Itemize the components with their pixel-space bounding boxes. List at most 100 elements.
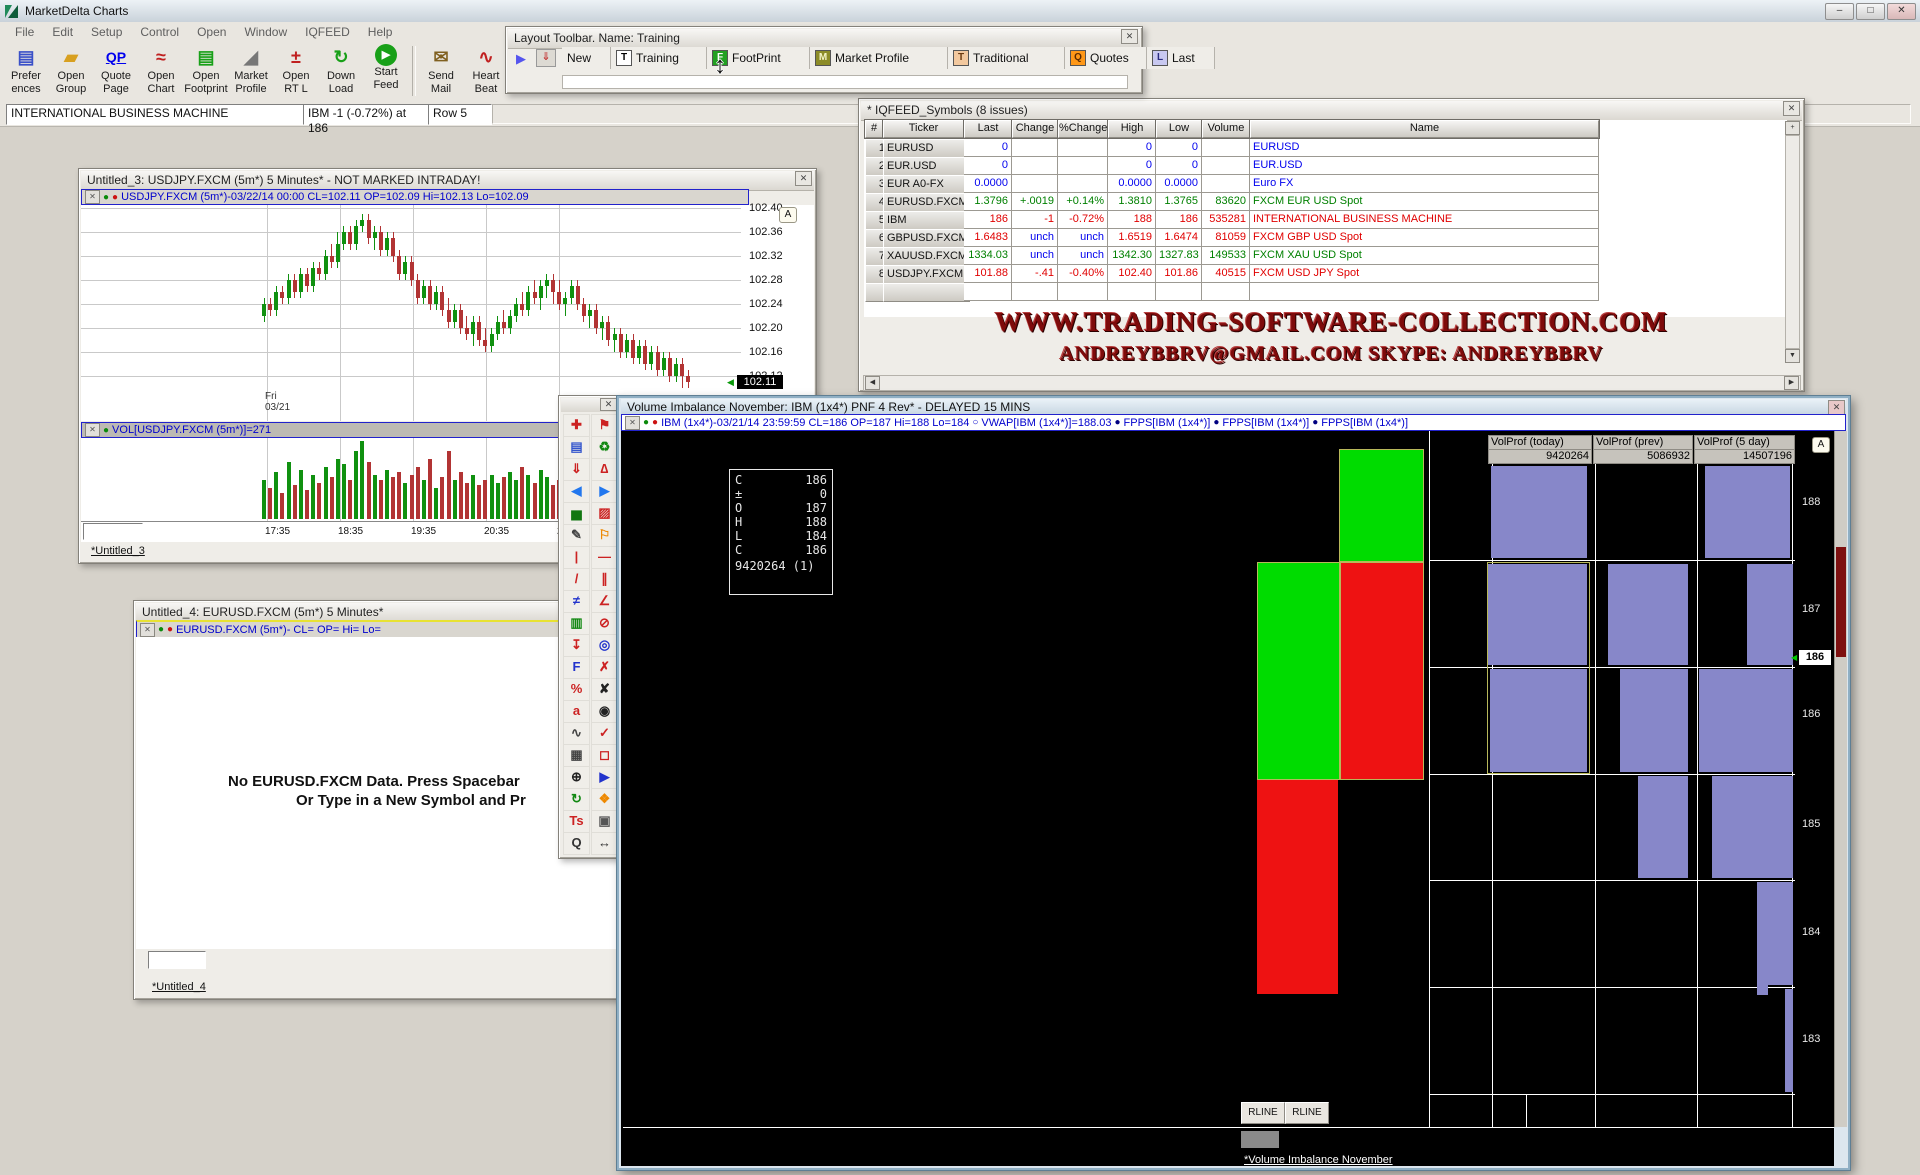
vi-scroll-thumb[interactable] bbox=[1836, 547, 1846, 657]
preferences-button[interactable]: ▤Preferences bbox=[4, 44, 48, 99]
vi-close-icon[interactable]: ✕ bbox=[1828, 400, 1845, 415]
annotate-icon[interactable]: ✎ bbox=[563, 524, 590, 547]
layout-toolbar-titlebar[interactable]: Layout Toolbar. Name: Training bbox=[508, 29, 1140, 49]
arrow-down-icon[interactable]: ↧ bbox=[563, 634, 590, 657]
row-selector[interactable]: Row 5 bbox=[428, 104, 492, 125]
parallel-lines-icon[interactable]: ∥ bbox=[591, 568, 618, 591]
table-row[interactable]: 3EUR A0-FX0.00000.00000.0000Euro FX bbox=[864, 175, 1787, 193]
menu-item-file[interactable]: File bbox=[6, 24, 43, 40]
trendline-icon[interactable]: / bbox=[563, 568, 590, 591]
table-row[interactable]: 7XAUUSD.FXCM1334.03unchunch1342.301327.8… bbox=[864, 247, 1787, 265]
text-tool-icon[interactable]: a bbox=[563, 700, 590, 723]
close-button[interactable]: ✕ bbox=[1887, 3, 1916, 20]
iqfeed-close-icon[interactable]: ✕ bbox=[1783, 101, 1800, 116]
column-header-Low[interactable]: Low bbox=[1156, 120, 1202, 138]
target-icon[interactable]: ◉ bbox=[591, 700, 618, 723]
open-group-button[interactable]: ▰OpenGroup bbox=[49, 44, 93, 99]
reload-icon[interactable]: ↻ bbox=[563, 788, 590, 811]
autoscale-button[interactable]: A bbox=[779, 207, 797, 223]
layout-tab-training[interactable]: TTraining bbox=[611, 47, 707, 69]
column-header-High[interactable]: High bbox=[1108, 120, 1156, 138]
close-pane-icon[interactable]: ✕ bbox=[140, 623, 155, 637]
quote-page-button[interactable]: QPQuotePage bbox=[94, 44, 138, 99]
vi-infobar[interactable]: ✕ ●● IBM (1x4*)-03/21/14 23:59:59 CL=186… bbox=[621, 414, 1846, 431]
horizontal-line-icon[interactable]: — bbox=[591, 546, 618, 569]
vertical-line-icon[interactable]: | bbox=[563, 546, 590, 569]
menu-item-edit[interactable]: Edit bbox=[43, 24, 82, 40]
close-pane-icon[interactable]: ✕ bbox=[625, 416, 640, 430]
untitled4-entry-box[interactable] bbox=[148, 951, 206, 969]
replay-icon[interactable]: ▶ bbox=[591, 766, 618, 789]
usdjpy-price-pane[interactable] bbox=[81, 205, 741, 421]
delete-all-icon[interactable]: ✘ bbox=[591, 678, 618, 701]
bar-chart-icon[interactable]: ▅ bbox=[563, 502, 590, 525]
download-button[interactable]: ↻DownLoad bbox=[319, 44, 363, 99]
layout-toolbar-close-icon[interactable]: ✕ bbox=[1121, 29, 1138, 44]
vi-right-scrollbar[interactable] bbox=[1834, 431, 1847, 1127]
spiral-icon[interactable]: ◎ bbox=[591, 634, 618, 657]
save-layout-icon[interactable]: ⇓ bbox=[536, 49, 556, 67]
layout-tab-traditional[interactable]: TTraditional bbox=[948, 47, 1065, 69]
layout-tab-market-profile[interactable]: MMarket Profile bbox=[810, 47, 948, 69]
menu-item-iqfeed[interactable]: IQFEED bbox=[296, 24, 359, 40]
ibm-pnf-chart[interactable]: VolProf (today)9420264VolProf (prev)5086… bbox=[621, 431, 1834, 1166]
column-header-Change[interactable]: Change bbox=[1012, 120, 1058, 138]
untitled4-tab[interactable]: *Untitled_4 bbox=[152, 981, 206, 993]
market-profile-button[interactable]: ◢MarketProfile bbox=[229, 44, 273, 99]
menu-item-help[interactable]: Help bbox=[359, 24, 402, 40]
table-row[interactable]: 2EUR.USD000EUR.USD bbox=[864, 157, 1787, 175]
alert-flag-icon[interactable]: ⚑ bbox=[591, 414, 618, 437]
angle-line-icon[interactable]: ∠ bbox=[591, 590, 618, 613]
table-row[interactable]: 1EURUSD000EURUSD bbox=[864, 139, 1787, 157]
trash-icon[interactable]: ♻ bbox=[591, 436, 618, 459]
menu-item-window[interactable]: Window bbox=[235, 24, 296, 40]
triangle-xyz-icon[interactable]: ∆ bbox=[591, 458, 618, 481]
shapes-icon[interactable]: ◻ bbox=[591, 744, 618, 767]
chart-frame-icon[interactable]: ▨ bbox=[591, 502, 618, 525]
layout-tab-quotes[interactable]: QQuotes bbox=[1065, 47, 1147, 69]
crosshair-tool-icon[interactable]: ✚ bbox=[563, 414, 590, 437]
column-header-colChange[interactable]: %Change bbox=[1058, 120, 1108, 138]
scroll-right-icon[interactable]: ▶ bbox=[1784, 376, 1799, 390]
add-symbol-button[interactable]: + bbox=[1785, 121, 1800, 135]
ellipse-tool-icon[interactable]: ⊘ bbox=[591, 612, 618, 635]
rline-button[interactable]: RLINE bbox=[1285, 1102, 1329, 1124]
untitled3-titlebar[interactable]: Untitled_3: USDJPY.FXCM (5m*) 5 Minutes*… bbox=[81, 171, 814, 191]
save-study-icon[interactable]: ⇓ bbox=[563, 458, 590, 481]
layout-tab-last[interactable]: LLast bbox=[1147, 47, 1215, 69]
snapshot-icon[interactable]: ▣ bbox=[591, 810, 618, 833]
volume-bars-icon[interactable]: ▥ bbox=[563, 612, 590, 635]
column-header-col[interactable]: # bbox=[865, 120, 883, 138]
rline-button[interactable]: RLINE bbox=[1241, 1102, 1285, 1124]
page-next-icon[interactable]: ▶ bbox=[591, 480, 618, 503]
bell-alert-icon[interactable]: ⚐ bbox=[591, 524, 618, 547]
column-header-Name[interactable]: Name bbox=[1250, 120, 1599, 138]
menu-item-setup[interactable]: Setup bbox=[82, 24, 131, 40]
untitled3-close-icon[interactable]: ✕ bbox=[795, 171, 812, 186]
vi-tab[interactable]: *Volume Imbalance November bbox=[1244, 1154, 1393, 1166]
grid-tool-icon[interactable]: ▦ bbox=[563, 744, 590, 767]
open-footprint-button[interactable]: ▤OpenFootprint bbox=[184, 44, 228, 99]
settings-tool-icon[interactable]: ▤ bbox=[563, 436, 590, 459]
table-row[interactable]: 8USDJPY.FXCM101.88-.41-0.40%102.40101.86… bbox=[864, 265, 1787, 283]
untitled3-entry-box[interactable] bbox=[83, 523, 143, 540]
start-feed-button[interactable]: ▶StartFeed bbox=[364, 44, 408, 99]
delete-line-icon[interactable]: ✗ bbox=[591, 656, 618, 679]
vi-autoscale-button[interactable]: A bbox=[1812, 437, 1830, 453]
table-row[interactable] bbox=[864, 283, 1787, 301]
maximize-button[interactable]: □ bbox=[1856, 3, 1885, 20]
pan-hand-icon[interactable]: ❖ bbox=[591, 788, 618, 811]
scroll-left-icon[interactable]: ◀ bbox=[865, 376, 880, 390]
status-grip[interactable] bbox=[1241, 1131, 1279, 1148]
iqfeed-hscrollbar[interactable]: ◀ ▶ bbox=[863, 375, 1801, 391]
palette-close-icon[interactable]: ✕ bbox=[600, 398, 617, 411]
open-chart-button[interactable]: ≈OpenChart bbox=[139, 44, 183, 99]
close-pane-icon[interactable]: ✕ bbox=[85, 423, 100, 437]
table-row[interactable]: 6GBPUSD.FXCM1.6483unchunch1.65191.647481… bbox=[864, 229, 1787, 247]
quote-search-icon[interactable]: Q bbox=[563, 832, 590, 855]
crossed-lines-icon[interactable]: ≠ bbox=[563, 590, 590, 613]
table-row[interactable]: 4EURUSD.FXCM1.3796+.0019+0.14%1.38101.37… bbox=[864, 193, 1787, 211]
time-sales-icon[interactable]: Ts bbox=[563, 810, 590, 833]
close-pane-icon[interactable]: ✕ bbox=[85, 190, 100, 204]
symbol-check-icon[interactable]: ✓ bbox=[591, 722, 618, 745]
